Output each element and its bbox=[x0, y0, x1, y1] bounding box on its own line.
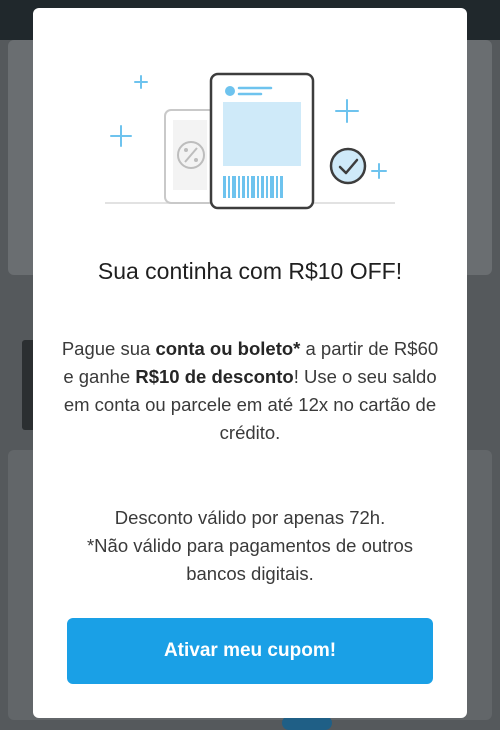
description-highlight: conta ou boleto* bbox=[155, 338, 301, 359]
activate-coupon-button[interactable]: Ativar meu cupom! bbox=[67, 618, 433, 684]
description-highlight: R$10 de desconto bbox=[135, 366, 294, 387]
modal-description: Pague sua conta ou boleto* a partir de R… bbox=[61, 335, 439, 447]
description-text: Pague sua bbox=[61, 338, 156, 359]
modal-title: Sua continha com R$10 OFF! bbox=[97, 258, 403, 284]
validity-notice: Desconto válido por apenas 72h. *Não vál… bbox=[61, 504, 439, 588]
boleto-document-icon bbox=[209, 72, 315, 210]
bill-payment-illustration bbox=[105, 72, 395, 210]
disclaimer-line: *Não válido para pagamentos de outros ba… bbox=[86, 535, 414, 584]
phone-icon bbox=[164, 109, 216, 204]
checkmark-badge-icon bbox=[329, 147, 367, 185]
background-pill bbox=[282, 716, 332, 730]
barcode-icon bbox=[223, 176, 283, 198]
coupon-modal: Sua continha com R$10 OFF! Pague sua con… bbox=[33, 8, 467, 718]
validity-line: Desconto válido por apenas 72h. bbox=[114, 507, 386, 528]
